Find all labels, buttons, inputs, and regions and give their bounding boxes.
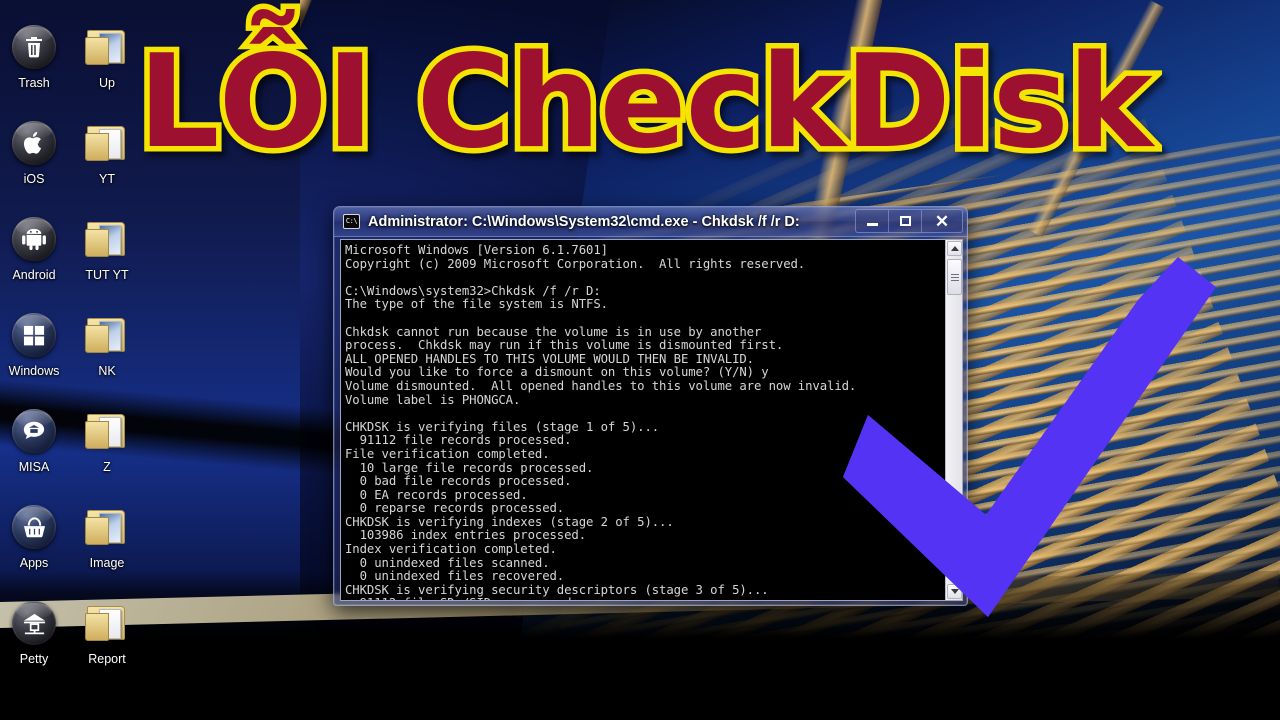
folder-icon bbox=[84, 24, 130, 70]
desktop-icon-grid: Trash Up iOS YT Android TUT YT Windows N… bbox=[0, 18, 150, 690]
icon-label: NK bbox=[98, 364, 116, 378]
icon-label: iOS bbox=[23, 172, 45, 186]
maximize-button[interactable] bbox=[889, 210, 922, 232]
folder-icon bbox=[84, 312, 130, 358]
desktop-icon-z[interactable]: Z bbox=[73, 402, 141, 498]
desktop-icon-report[interactable]: Report bbox=[73, 594, 141, 690]
cmd-scrollbar[interactable] bbox=[945, 240, 962, 600]
icon-label: Trash bbox=[18, 76, 50, 90]
desktop-icon-nk[interactable]: NK bbox=[73, 306, 141, 402]
close-icon: ✕ bbox=[934, 211, 950, 231]
desktop-screen: Trash Up iOS YT Android TUT YT Windows N… bbox=[0, 0, 1280, 720]
desktop-icon-apps[interactable]: Apps bbox=[0, 498, 68, 594]
icon-label: Petty bbox=[19, 652, 49, 666]
desktop-icon-yt[interactable]: YT bbox=[73, 114, 141, 210]
desktop-icon-tut-yt[interactable]: TUT YT bbox=[73, 210, 141, 306]
scroll-up-arrow[interactable] bbox=[947, 241, 962, 256]
basket-icon bbox=[11, 504, 57, 550]
desktop-icon-android[interactable]: Android bbox=[0, 210, 68, 306]
desktop-icon-misa[interactable]: MISA bbox=[0, 402, 68, 498]
desktop-icon-image[interactable]: Image bbox=[73, 498, 141, 594]
icon-label: Report bbox=[88, 652, 126, 666]
cmd-window[interactable]: C:\ Administrator: C:\Windows\System32\c… bbox=[333, 206, 968, 606]
icon-label: Windows bbox=[8, 364, 60, 378]
folder-icon bbox=[84, 408, 130, 454]
folder-icon bbox=[84, 216, 130, 262]
cmd-window-title: Administrator: C:\Windows\System32\cmd.e… bbox=[368, 213, 800, 230]
desktop-icon-petty[interactable]: Petty bbox=[0, 594, 68, 690]
trash-icon bbox=[11, 24, 57, 70]
misa-icon bbox=[11, 408, 57, 454]
scroll-thumb[interactable] bbox=[947, 259, 962, 295]
window-controls: ✕ bbox=[855, 209, 963, 233]
folder-icon bbox=[84, 600, 130, 646]
windows-icon bbox=[11, 312, 57, 358]
minimize-button[interactable] bbox=[856, 210, 889, 232]
folder-icon bbox=[84, 504, 130, 550]
cmd-body: Microsoft Windows [Version 6.1.7601] Cop… bbox=[340, 239, 963, 601]
close-button[interactable]: ✕ bbox=[922, 210, 962, 232]
icon-label: Android bbox=[12, 268, 56, 282]
desktop-icon-up[interactable]: Up bbox=[73, 18, 141, 114]
folder-icon bbox=[84, 120, 130, 166]
icon-label: Z bbox=[103, 460, 111, 474]
bank-icon bbox=[11, 600, 57, 646]
icon-label: TUT YT bbox=[85, 268, 129, 282]
icon-label: Up bbox=[99, 76, 115, 90]
cmd-titlebar[interactable]: C:\ Administrator: C:\Windows\System32\c… bbox=[334, 207, 967, 237]
minimize-icon bbox=[866, 223, 878, 226]
desktop-icon-ios[interactable]: iOS bbox=[0, 114, 68, 210]
android-icon bbox=[11, 216, 57, 262]
desktop-icon-windows[interactable]: Windows bbox=[0, 306, 68, 402]
apple-icon bbox=[11, 120, 57, 166]
icon-label: MISA bbox=[18, 460, 50, 474]
icon-label: Apps bbox=[19, 556, 49, 570]
icon-label: Image bbox=[89, 556, 125, 570]
cmd-console-output[interactable]: Microsoft Windows [Version 6.1.7601] Cop… bbox=[341, 240, 945, 600]
page-title: LỖI CheckDisk bbox=[138, 28, 1153, 177]
maximize-icon bbox=[899, 216, 911, 226]
icon-label: YT bbox=[99, 172, 115, 186]
desktop-icon-trash[interactable]: Trash bbox=[0, 18, 68, 114]
cmd-icon: C:\ bbox=[343, 214, 360, 229]
scroll-down-arrow[interactable] bbox=[947, 584, 962, 599]
